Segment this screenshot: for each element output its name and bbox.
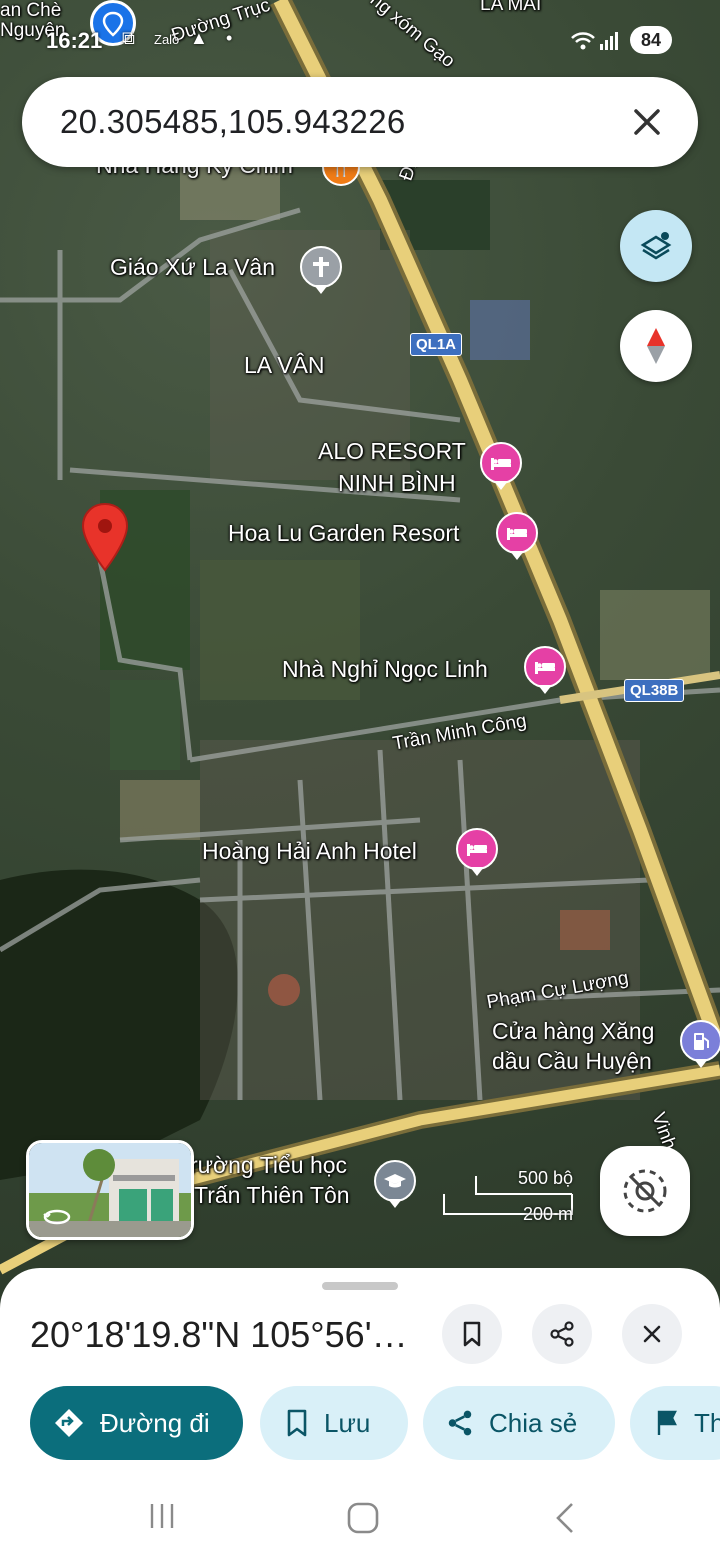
recent-apps-icon <box>150 1504 174 1528</box>
poi-label[interactable]: rường Tiểu học <box>190 1152 347 1180</box>
zalo-icon: Zalo <box>154 32 180 47</box>
layers-button[interactable] <box>620 210 692 282</box>
poi-label[interactable]: NINH BÌNH <box>338 470 456 498</box>
area-label: LA VÂN <box>244 352 325 378</box>
search-bar[interactable]: 20.305485,105.943226 <box>22 77 698 167</box>
save-icon-button[interactable] <box>442 1304 502 1364</box>
recent-apps-button[interactable] <box>146 1500 178 1537</box>
poi-label[interactable]: Giáo Xứ La Vân <box>110 254 275 282</box>
warning-icon: ▲ <box>190 28 208 48</box>
poi-label[interactable]: Hoa Lu Garden Resort <box>228 520 459 548</box>
scale-imperial: 500 bộ <box>517 1168 573 1188</box>
poi-label[interactable]: Nhà Nghỉ Ngọc Linh <box>282 656 488 684</box>
clock: 16:21 <box>46 28 103 53</box>
hotel-icon[interactable] <box>456 828 498 876</box>
dot-icon: • <box>226 28 233 48</box>
close-icon <box>643 1325 661 1343</box>
poi-label[interactable]: Trấn Thiên Tôn <box>194 1182 350 1210</box>
hotel-icon[interactable] <box>480 442 522 490</box>
share-label: Chia sẻ <box>489 1407 578 1438</box>
wifi-icon <box>570 28 620 57</box>
back-icon <box>556 1503 573 1533</box>
rotate-360-icon <box>43 1207 71 1227</box>
satellite-map[interactable]: an Chè Nguyên Đường Trục ng xóm Gạo LA M… <box>0 0 720 1300</box>
directions-label: Đường đi <box>100 1407 210 1438</box>
close-sheet-button[interactable] <box>622 1304 682 1364</box>
poi-label[interactable]: Hoàng Hải Anh Hotel <box>202 838 417 866</box>
dropped-pin-icon[interactable] <box>80 502 130 572</box>
home-button[interactable] <box>345 1500 381 1541</box>
flag-icon <box>657 1410 677 1435</box>
hotel-icon[interactable] <box>496 512 538 560</box>
place-title: 20°18'19.8"N 105°56'35.6"E <box>30 1314 420 1355</box>
compass-icon <box>647 328 665 364</box>
status-bar: 16:21 ⧉ Zalo ▲ • 84 <box>0 0 720 60</box>
street-view-thumbnail[interactable] <box>26 1140 194 1240</box>
add-label-button[interactable]: Thêm nhãn <box>630 1386 720 1460</box>
bookmark-icon <box>287 1409 307 1437</box>
share-button[interactable]: Chia sẻ <box>423 1386 615 1460</box>
system-nav-bar <box>0 1480 720 1560</box>
compass-button[interactable] <box>620 310 692 382</box>
gas-station-icon[interactable] <box>680 1020 720 1068</box>
share-icon-button[interactable] <box>532 1304 592 1364</box>
my-location-button[interactable] <box>600 1146 690 1236</box>
close-icon <box>634 109 660 135</box>
battery-indicator: 84 <box>630 26 672 54</box>
poi-label[interactable]: Cửa hàng Xăng <box>492 1018 654 1046</box>
church-icon[interactable] <box>300 246 342 294</box>
road-tag-ql38b: QL38B <box>624 679 685 702</box>
search-query[interactable]: 20.305485,105.943226 <box>60 103 406 141</box>
bookmark-icon <box>463 1321 481 1347</box>
school-icon[interactable] <box>374 1160 416 1208</box>
home-icon <box>347 1502 379 1534</box>
clear-search-button[interactable] <box>624 99 670 145</box>
share-icon <box>550 1321 574 1347</box>
share-icon <box>448 1410 472 1436</box>
map-imagery <box>0 0 720 1275</box>
directions-icon <box>55 1409 83 1437</box>
poi-label[interactable]: ALO RESORT <box>318 438 466 466</box>
drag-handle[interactable] <box>322 1282 398 1290</box>
hotel-icon[interactable] <box>524 646 566 694</box>
poi-label[interactable]: dầu Cầu Huyện <box>492 1048 652 1076</box>
map-scale: 500 bộ 200 m <box>442 1168 577 1228</box>
back-button[interactable] <box>552 1500 580 1541</box>
add-label-label: Thêm nhãn <box>694 1407 720 1438</box>
map-label: LA MAI <box>480 0 542 15</box>
directions-button[interactable]: Đường đi <box>30 1386 243 1460</box>
location-off-icon <box>623 1169 667 1213</box>
save-button[interactable]: Lưu <box>260 1386 408 1460</box>
save-label: Lưu <box>324 1407 371 1438</box>
layers-icon <box>640 232 672 260</box>
screenshot-icon: ⧉ <box>122 28 135 48</box>
road-tag-ql1a: QL1A <box>410 333 463 356</box>
scale-metric: 200 m <box>522 1204 573 1224</box>
